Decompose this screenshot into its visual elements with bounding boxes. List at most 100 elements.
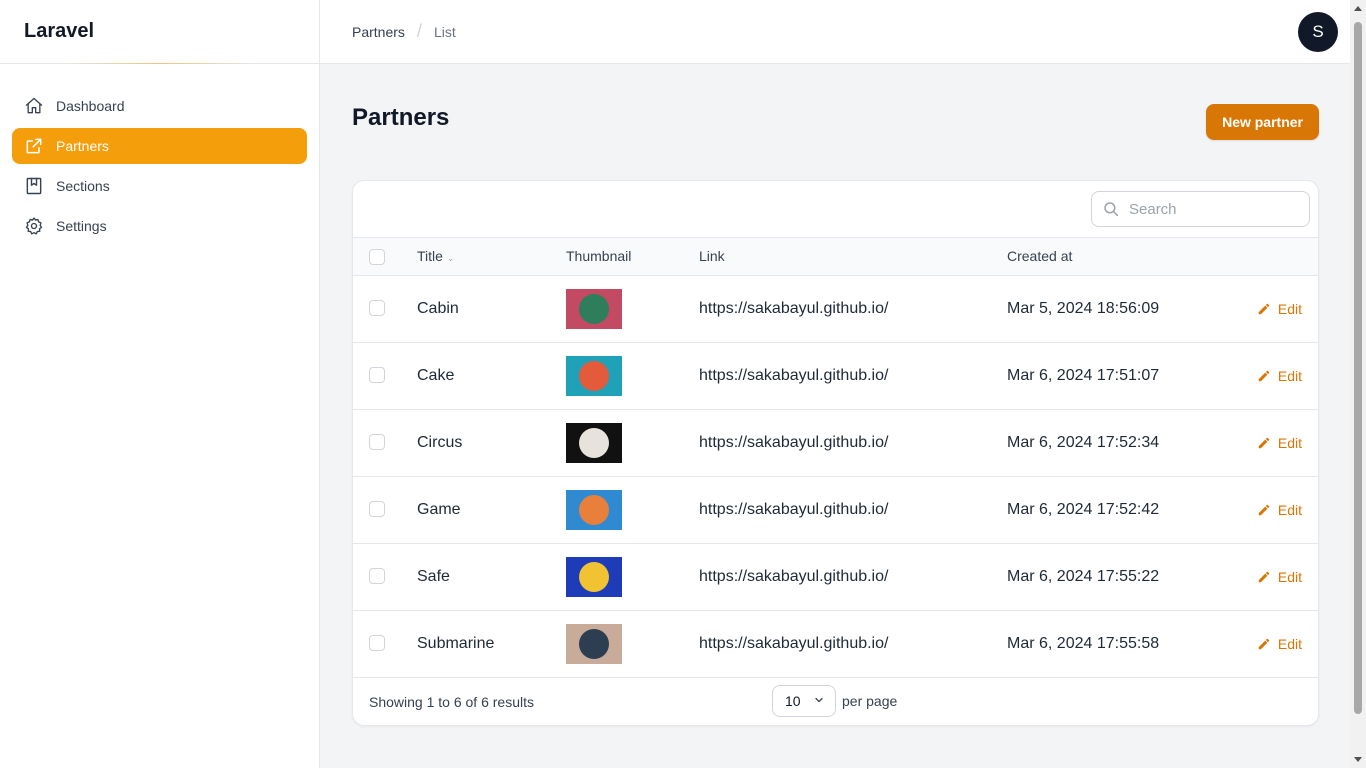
external-link-icon (24, 136, 44, 156)
breadcrumb-item-partners[interactable]: Partners (352, 24, 405, 40)
table-toolbar (353, 181, 1318, 238)
row-actions: Edit (1227, 409, 1318, 476)
sidebar-nav: Dashboard Partners Sections Settings (0, 64, 319, 272)
page-scrollbar[interactable] (1350, 0, 1366, 768)
per-page-select[interactable]: 10 (772, 684, 836, 717)
column-title-label: Title (417, 248, 443, 265)
edit-button[interactable]: Edit (1227, 301, 1318, 317)
row-checkbox[interactable] (369, 501, 385, 518)
edit-label: Edit (1277, 434, 1302, 451)
row-created-at: Mar 5, 2024 18:56:09 (1007, 299, 1160, 317)
sidebar: Laravel Dashboard Partners Sections Sett… (0, 0, 320, 768)
column-header-link: Link (699, 248, 725, 265)
sidebar-item-dashboard[interactable]: Dashboard (12, 88, 307, 124)
row-thumbnail-cell (566, 476, 699, 543)
row-checkbox[interactable] (369, 568, 385, 585)
thumbnail-emblem (579, 628, 609, 659)
row-thumbnail-cell (566, 275, 699, 342)
page-title: Partners (352, 104, 450, 131)
row-thumbnail-cell (566, 610, 699, 677)
sidebar-item-label: Settings (56, 218, 107, 234)
row-checkbox[interactable] (369, 635, 385, 652)
row-link: https://sakabayul.github.io/ (699, 567, 889, 585)
row-actions: Edit (1227, 610, 1318, 677)
row-checkbox[interactable] (369, 434, 385, 451)
row-checkbox[interactable] (369, 300, 385, 317)
row-actions: Edit (1227, 476, 1318, 543)
edit-label: Edit (1277, 635, 1302, 652)
column-header-actions (1227, 238, 1318, 275)
row-thumbnail-cell (566, 409, 699, 476)
pagination-summary: Showing 1 to 6 of 6 results (369, 693, 534, 710)
row-title: Game (417, 500, 461, 518)
brand-logo[interactable]: Laravel (0, 0, 319, 64)
breadcrumb: Partners / List (352, 21, 456, 42)
table-row[interactable]: Safe https://sakabayul.github.io/ Mar 6,… (353, 543, 1318, 610)
thumbnail-emblem (579, 360, 609, 391)
edit-label: Edit (1277, 367, 1302, 384)
sidebar-item-label: Sections (56, 178, 110, 194)
row-actions: Edit (1227, 275, 1318, 342)
new-partner-button[interactable]: New partner (1206, 104, 1319, 140)
row-created-at: Mar 6, 2024 17:55:58 (1007, 634, 1160, 652)
edit-button[interactable]: Edit (1227, 502, 1318, 518)
row-select-cell (353, 476, 417, 543)
row-thumbnail-cell (566, 543, 699, 610)
table-row[interactable]: Cabin https://sakabayul.github.io/ Mar 5… (353, 275, 1318, 342)
row-thumbnail-cell (566, 342, 699, 409)
row-actions: Edit (1227, 342, 1318, 409)
pencil-icon (1258, 437, 1270, 448)
sidebar-item-partners[interactable]: Partners (12, 128, 307, 164)
sidebar-item-settings[interactable]: Settings (12, 208, 307, 244)
table-row[interactable]: Circus https://sakabayul.github.io/ Mar … (353, 409, 1318, 476)
edit-button[interactable]: Edit (1227, 636, 1318, 652)
edit-button[interactable]: Edit (1227, 368, 1318, 384)
row-thumbnail-image (566, 355, 622, 396)
home-icon (24, 96, 44, 116)
pencil-icon (1258, 303, 1270, 314)
partners-table-card: Title ⌄ Thumbnail Link Created at Cabin … (352, 180, 1319, 726)
per-page-value: 10 (785, 692, 801, 709)
table-body: Cabin https://sakabayul.github.io/ Mar 5… (353, 275, 1318, 677)
select-all-cell (353, 238, 417, 275)
search-input[interactable] (1129, 200, 1289, 218)
table-footer: Showing 1 to 6 of 6 results 10 per page (353, 678, 1318, 726)
column-header-title[interactable]: Title ⌄ (417, 238, 566, 275)
edit-label: Edit (1277, 501, 1302, 518)
breadcrumb-item-list: List (433, 23, 456, 40)
row-title: Circus (417, 433, 463, 451)
row-checkbox[interactable] (369, 367, 385, 384)
row-link: https://sakabayul.github.io/ (699, 366, 889, 384)
user-avatar[interactable]: S (1298, 12, 1338, 52)
search-box[interactable] (1091, 191, 1310, 227)
row-thumbnail-image (566, 489, 622, 530)
table-row[interactable]: Cake https://sakabayul.github.io/ Mar 6,… (353, 342, 1318, 409)
edit-label: Edit (1277, 568, 1302, 585)
sidebar-item-sections[interactable]: Sections (12, 168, 307, 204)
thumbnail-emblem (579, 293, 609, 324)
search-icon (1102, 200, 1120, 218)
gear-icon (24, 216, 44, 236)
row-thumbnail-image (566, 288, 622, 329)
table-row[interactable]: Game https://sakabayul.github.io/ Mar 6,… (353, 476, 1318, 543)
row-created-at: Mar 6, 2024 17:51:07 (1007, 366, 1160, 384)
row-link: https://sakabayul.github.io/ (699, 634, 889, 652)
row-select-cell (353, 409, 417, 476)
edit-button[interactable]: Edit (1227, 435, 1318, 451)
select-all-checkbox[interactable] (369, 248, 385, 265)
sidebar-item-label: Dashboard (56, 98, 125, 114)
table-row[interactable]: Submarine https://sakabayul.github.io/ M… (353, 610, 1318, 677)
sidebar-item-label: Partners (56, 138, 109, 154)
edit-button[interactable]: Edit (1227, 569, 1318, 585)
column-header-created-at: Created at (1007, 248, 1073, 265)
row-link: https://sakabayul.github.io/ (699, 500, 889, 518)
row-select-cell (353, 342, 417, 409)
row-select-cell (353, 543, 417, 610)
scroll-down-arrow-icon[interactable] (1354, 757, 1362, 762)
row-link: https://sakabayul.github.io/ (699, 433, 889, 451)
column-header-thumbnail: Thumbnail (566, 248, 632, 265)
scrollbar-thumb[interactable] (1354, 22, 1362, 714)
sort-chevron-icon: ⌄ (446, 253, 455, 264)
scroll-up-arrow-icon[interactable] (1354, 6, 1362, 11)
per-page-control: 10 per page (772, 684, 897, 717)
